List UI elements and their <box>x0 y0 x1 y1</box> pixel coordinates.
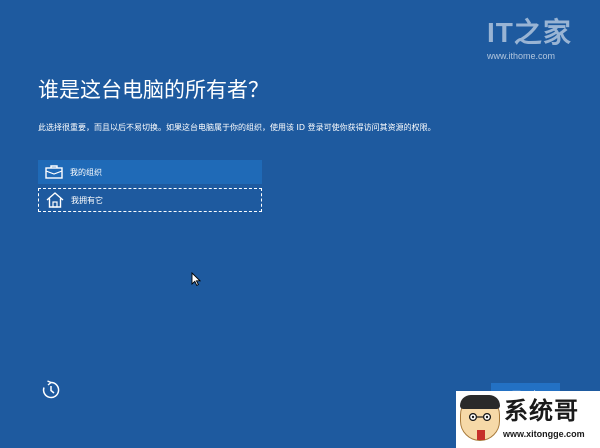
xitongge-logo-text: 系统哥 <box>504 397 579 425</box>
option-label: 我拥有它 <box>71 195 103 205</box>
ithome-logo: IT之家 <box>487 17 572 48</box>
setup-screen: { "watermark_top": { "mark": "IT之家", "ur… <box>0 0 600 448</box>
xitongge-url: www.xitongge.com <box>503 429 585 439</box>
xitongge-watermark: 系统哥 www.xitongge.com <box>456 391 600 448</box>
option-my-organization[interactable]: 我的组织 <box>38 160 262 184</box>
home-icon <box>45 192 65 208</box>
ithome-watermark: IT之家 www.ithome.com <box>487 18 572 66</box>
briefcase-icon <box>44 164 64 180</box>
mouse-pointer-icon <box>191 271 202 287</box>
ease-of-access-icon[interactable] <box>41 380 61 400</box>
page-description: 此选择很重要，而且以后不易切换。如果这台电脑属于你的组织，使用该 ID 登录可使… <box>38 123 436 132</box>
ithome-url: www.ithome.com <box>487 51 556 61</box>
option-i-own-it[interactable]: 我拥有它 <box>38 188 262 212</box>
option-label: 我的组织 <box>70 167 102 177</box>
page-title: 谁是这台电脑的所有者？ <box>38 78 269 102</box>
mascot-avatar <box>460 395 500 441</box>
